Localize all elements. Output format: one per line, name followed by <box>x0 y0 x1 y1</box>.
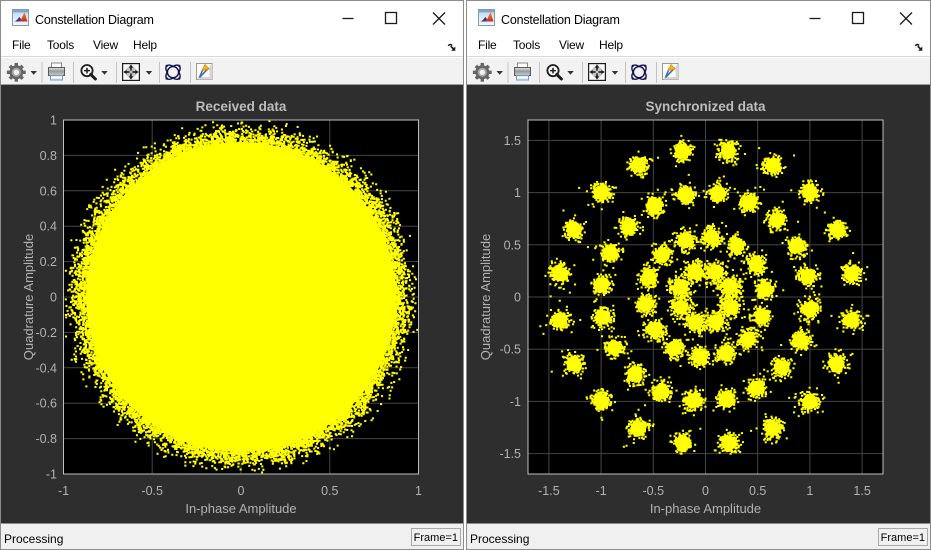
svg-text:-0.6: -0.6 <box>35 397 57 411</box>
svg-text:0: 0 <box>702 484 709 498</box>
svg-text:Quadrature Amplitude: Quadrature Amplitude <box>478 234 493 360</box>
svg-text:Synchronized data: Synchronized data <box>645 99 766 114</box>
svg-text:-0.5: -0.5 <box>499 343 521 357</box>
svg-text:In-phase Amplitude: In-phase Amplitude <box>650 501 761 516</box>
svg-text:0.5: 0.5 <box>749 484 766 498</box>
svg-text:Quadrature Amplitude: Quadrature Amplitude <box>21 234 36 360</box>
svg-text:0: 0 <box>50 291 57 305</box>
svg-text:-0.5: -0.5 <box>643 484 665 498</box>
svg-text:1.5: 1.5 <box>504 134 521 148</box>
svg-text:In-phase Amplitude: In-phase Amplitude <box>185 501 296 516</box>
svg-text:0.6: 0.6 <box>40 184 57 198</box>
svg-text:-0.8: -0.8 <box>35 432 57 446</box>
svg-text:0.4: 0.4 <box>40 220 57 234</box>
svg-text:-1: -1 <box>596 484 607 498</box>
svg-text:-1.5: -1.5 <box>538 484 560 498</box>
svg-text:1: 1 <box>806 484 813 498</box>
svg-text:0.5: 0.5 <box>504 238 521 252</box>
svg-text:1: 1 <box>50 114 57 128</box>
svg-text:0.5: 0.5 <box>321 484 338 498</box>
svg-text:1.5: 1.5 <box>853 484 870 498</box>
svg-text:1: 1 <box>415 484 422 498</box>
svg-text:-0.5: -0.5 <box>141 484 163 498</box>
svg-text:0.2: 0.2 <box>40 255 57 269</box>
svg-text:0: 0 <box>238 484 245 498</box>
svg-text:-0.4: -0.4 <box>35 361 57 375</box>
svg-text:1: 1 <box>514 186 521 200</box>
svg-text:0.8: 0.8 <box>40 149 57 163</box>
svg-text:-1.5: -1.5 <box>499 447 521 461</box>
svg-text:-1: -1 <box>58 484 69 498</box>
svg-text:0: 0 <box>514 291 521 305</box>
svg-text:Received data: Received data <box>196 99 287 114</box>
svg-text:-1: -1 <box>46 468 57 482</box>
svg-text:-0.2: -0.2 <box>35 326 57 340</box>
svg-text:-1: -1 <box>510 395 521 409</box>
